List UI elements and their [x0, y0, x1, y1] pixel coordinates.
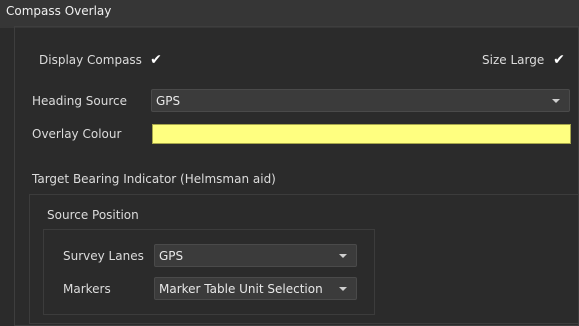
- chevron-down-icon: [552, 98, 560, 103]
- chevron-down-icon: [339, 286, 347, 291]
- markers-select[interactable]: Marker Table Unit Selection: [154, 277, 357, 300]
- size-large-checkbox[interactable]: ✔: [552, 53, 566, 67]
- survey-lanes-value: GPS: [159, 248, 184, 263]
- size-large-label: Size Large: [482, 53, 545, 67]
- checkmark-icon: ✔: [553, 52, 565, 68]
- target-bearing-title: Target Bearing Indicator (Helmsman aid): [32, 172, 276, 186]
- source-position-group: [43, 229, 375, 315]
- survey-lanes-label: Survey Lanes: [63, 249, 144, 263]
- panel-title: Compass Overlay: [0, 0, 579, 28]
- heading-source-select[interactable]: GPS: [151, 89, 570, 112]
- overlay-colour-swatch[interactable]: [152, 124, 571, 144]
- markers-value: Marker Table Unit Selection: [159, 281, 323, 296]
- display-compass-label: Display Compass: [39, 53, 142, 67]
- checkmark-icon: ✔: [150, 52, 162, 68]
- markers-label: Markers: [63, 282, 111, 296]
- survey-lanes-select[interactable]: GPS: [154, 244, 357, 267]
- chevron-down-icon: [339, 253, 347, 258]
- heading-source-value: GPS: [156, 93, 181, 108]
- display-compass-checkbox[interactable]: ✔: [149, 53, 163, 67]
- overlay-colour-label: Overlay Colour: [32, 127, 122, 141]
- source-position-title: Source Position: [47, 208, 139, 222]
- heading-source-label: Heading Source: [32, 94, 127, 108]
